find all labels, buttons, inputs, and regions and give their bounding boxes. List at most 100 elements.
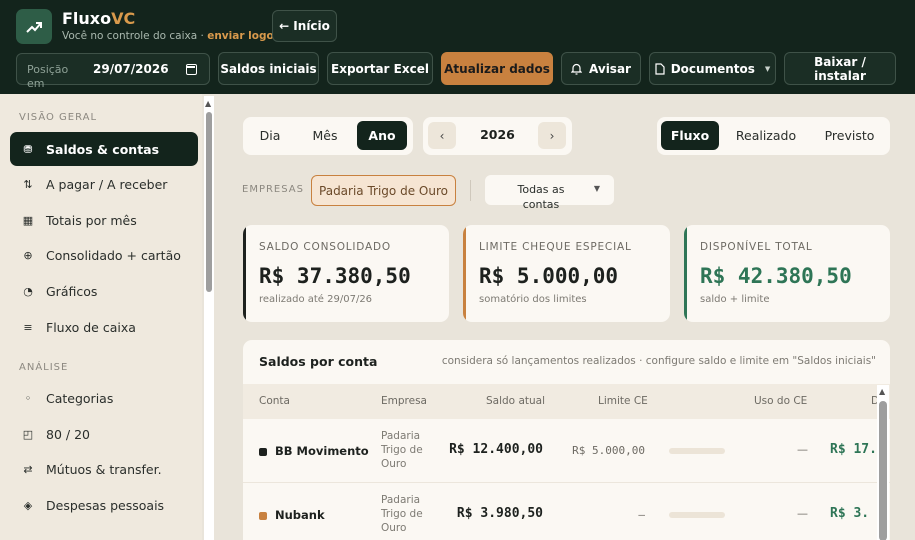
position-date-value: 29/07/2026 (93, 62, 169, 76)
sidebar-item-payables[interactable]: ⇅ A pagar / A receber (10, 167, 198, 201)
sidebar-item-label: Categorias (46, 390, 114, 406)
table-row[interactable]: Nubank Padaria Trigo de Ouro R$ 3.980,50… (243, 483, 890, 540)
swap-vertical-icon: ⇅ (23, 177, 33, 191)
account-balance: R$ 12.400,00 (449, 442, 543, 457)
section-analysis-title: ANÁLISE (19, 362, 69, 373)
account-limit: R$ 5.000,00 (572, 444, 645, 457)
sidebar-item-label: Totais por mês (46, 212, 137, 228)
col-overdraft-limit: Limite CE (598, 395, 648, 407)
initial-balances-button[interactable]: Saldos iniciais (218, 52, 319, 85)
calendar-icon[interactable] (186, 64, 197, 75)
table-row[interactable]: BB Movimento Padaria Trigo de Ouro R$ 12… (243, 419, 890, 483)
overdraft-usage-value: — (797, 507, 808, 520)
grid-icon: ▦ (22, 213, 34, 227)
card-accent-bar (463, 225, 466, 322)
card-total-available: DISPONÍVEL TOTAL R$ 42.380,50 saldo + li… (684, 225, 890, 322)
card-consolidated-balance: SALDO CONSOLIDADO R$ 37.380,50 realizado… (243, 225, 449, 322)
sidebar-item-label: Consolidado + cartão (46, 247, 181, 263)
tab-forecast[interactable]: Previsto (813, 121, 886, 150)
document-icon (655, 62, 665, 75)
card-subtitle: saldo + limite (700, 294, 770, 305)
sidebar-item-consolidated[interactable]: ⊕ Consolidado + cartão (10, 238, 198, 272)
scroll-up-arrow-icon[interactable]: ▲ (205, 99, 211, 108)
trending-up-icon[interactable] (16, 9, 52, 44)
col-balance: Saldo atual (486, 395, 546, 407)
sidebar: VISÃO GERAL ⛃ Saldos & contas ⇅ A pagar … (0, 94, 202, 540)
year-stepper: ‹ 2026 › (423, 117, 572, 155)
sidebar-item-cashflow[interactable]: ≡ Fluxo de caixa (10, 310, 198, 344)
card-value: R$ 5.000,00 (479, 264, 619, 288)
card-subtitle: somatório dos limites (479, 294, 587, 305)
table-scrollbar[interactable]: ▲ (877, 385, 889, 540)
sidebar-item-monthly-totals[interactable]: ▦ Totais por mês (10, 203, 198, 237)
diamond-icon: ◈ (23, 498, 33, 512)
period-tabs: Dia Mês Ano (243, 117, 413, 155)
notify-button[interactable]: Avisar (561, 52, 641, 85)
card-overdraft-limit: LIMITE CHEQUE ESPECIAL R$ 5.000,00 somat… (463, 225, 670, 322)
card-value: R$ 42.380,50 (700, 264, 852, 288)
chevron-down-icon: ▼ (593, 184, 600, 193)
sidebar-item-label: Gráficos (46, 283, 98, 299)
account-limit: — (638, 508, 645, 521)
col-company: Empresa (381, 395, 427, 407)
position-label: Posição em (27, 63, 69, 90)
chevron-right-icon[interactable]: › (538, 122, 566, 149)
account-name: BB Movimento (275, 444, 369, 458)
download-install-button[interactable]: Baixar / instalar (784, 52, 896, 85)
documents-label: Documentos (670, 61, 755, 76)
overdraft-usage-bar (669, 448, 725, 454)
notify-label: Avisar (589, 61, 631, 76)
company-chip[interactable]: Padaria Trigo de Ouro (311, 175, 456, 206)
sidebar-item-label: Mútuos & transfer. (46, 461, 162, 477)
documents-dropdown[interactable]: Documentos ▼ (649, 52, 776, 85)
scroll-up-arrow-icon[interactable]: ▲ (879, 387, 885, 396)
account-company: Padaria Trigo de Ouro (381, 494, 423, 534)
sidebar-item-label: A pagar / A receber (46, 176, 168, 192)
col-account: Conta (259, 395, 290, 407)
account-available: R$ 3. (830, 506, 870, 521)
accounts-select[interactable]: Todas as contas ▼ (485, 175, 614, 211)
card-subtitle: realizado até 29/07/26 (259, 294, 373, 305)
sidebar-item-label: Fluxo de caixa (46, 319, 136, 335)
companies-label: EMPRESAS (242, 184, 304, 195)
account-company: Padaria Trigo de Ouro (381, 430, 423, 470)
list-icon: ≡ (23, 320, 33, 334)
card-title: LIMITE CHEQUE ESPECIAL (479, 241, 632, 253)
tab-day[interactable]: Dia (247, 121, 293, 150)
account-balance: R$ 3.980,50 (456, 506, 543, 521)
view-tabs: Fluxo Realizado Previsto (657, 117, 890, 155)
account-name: Nubank (275, 508, 325, 522)
position-date-field[interactable]: Posição em 29/07/2026 (16, 53, 210, 90)
tab-year[interactable]: Ano (357, 121, 407, 150)
table-scroll-thumb[interactable] (879, 401, 887, 540)
upload-logo-link[interactable]: enviar logo (207, 30, 274, 42)
export-excel-button[interactable]: Exportar Excel (327, 52, 433, 85)
tab-month[interactable]: Mês (298, 121, 352, 150)
card-accent-bar (243, 225, 246, 322)
filter-divider (470, 180, 471, 201)
sidebar-scroll-thumb[interactable] (206, 112, 212, 292)
card-value: R$ 37.380,50 (259, 264, 411, 288)
sidebar-scrollbar[interactable]: ▲ (204, 96, 214, 540)
app-header: FluxoVC Você no controle do caixa · envi… (0, 0, 915, 94)
sidebar-item-label: Saldos & contas (46, 141, 160, 157)
card-accent-bar (684, 225, 687, 322)
sidebar-item-label: Despesas pessoais (46, 497, 165, 513)
tab-realized[interactable]: Realizado (727, 121, 805, 150)
globe-icon: ⊕ (23, 248, 33, 262)
sidebar-item-pareto[interactable]: ◰ 80 / 20 (10, 417, 198, 451)
tag-icon: ◦ (24, 391, 32, 405)
sidebar-item-categories[interactable]: ◦ Categorias (10, 381, 198, 415)
sidebar-item-charts[interactable]: ◔ Gráficos (10, 274, 198, 308)
tab-flow[interactable]: Fluxo (661, 121, 719, 150)
sidebar-item-balances[interactable]: ⛃ Saldos & contas (10, 132, 198, 166)
overdraft-usage-value: — (797, 443, 808, 456)
section-overview-title: VISÃO GERAL (19, 112, 98, 123)
home-button[interactable]: ← Início (272, 10, 337, 42)
brand-name: FluxoVC (62, 9, 136, 28)
sidebar-item-personal-expenses[interactable]: ◈ Despesas pessoais (10, 488, 198, 522)
chevron-down-icon: ▼ (764, 64, 771, 73)
sidebar-item-transfers[interactable]: ⇄ Mútuos & transfer. (10, 452, 198, 486)
table-header: Conta Empresa Saldo atual Limite CE Uso … (243, 384, 890, 419)
refresh-data-button[interactable]: Atualizar dados (441, 52, 553, 85)
